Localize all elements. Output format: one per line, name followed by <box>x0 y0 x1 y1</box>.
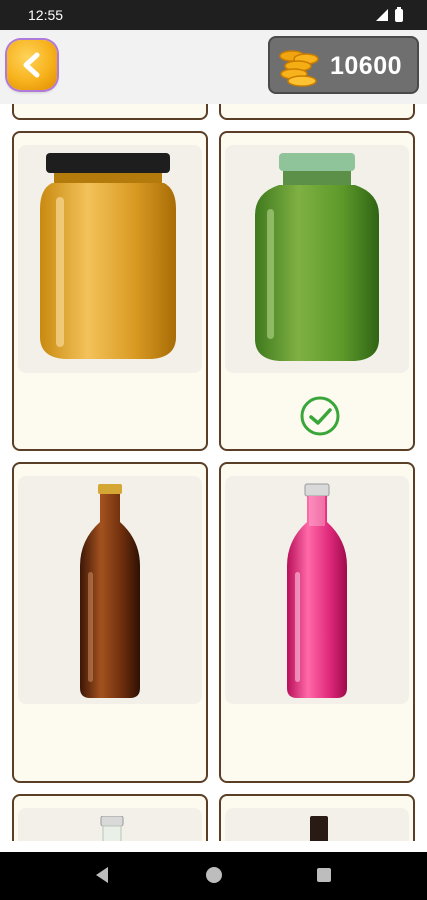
back-button[interactable] <box>7 40 57 90</box>
green-jar-icon <box>255 153 379 361</box>
coins-panel: 10600 <box>268 36 419 94</box>
navigation-bar <box>0 852 427 900</box>
battery-icon <box>395 6 403 22</box>
product-card-honey-jar[interactable] <box>12 131 208 451</box>
status-icons <box>375 6 403 22</box>
coin-stack-icon <box>279 50 319 87</box>
product-card-pink-bottle[interactable] <box>219 462 415 783</box>
pink-bottle-icon <box>287 483 347 698</box>
chevron-left-icon <box>23 52 40 78</box>
dark-bottle-icon <box>310 816 328 841</box>
signal-icon <box>376 9 388 21</box>
nav-gap <box>0 841 427 852</box>
golden-jar-icon <box>40 153 176 359</box>
home-circle-icon[interactable] <box>206 867 222 883</box>
clear-bottle-icon <box>100 816 124 841</box>
product-card-brown-bottle[interactable] <box>12 462 208 783</box>
header: 10600 <box>0 30 427 104</box>
recent-square-icon[interactable] <box>317 868 331 882</box>
status-bar: 12:55 <box>0 0 427 30</box>
product-card-dark-bottle[interactable] <box>219 794 415 841</box>
brown-bottle-icon <box>80 484 140 698</box>
product-grid[interactable] <box>0 104 427 841</box>
product-card-partial[interactable] <box>12 104 208 120</box>
status-time: 12:55 <box>28 7 64 23</box>
product-card-partial[interactable] <box>219 104 415 120</box>
coins-count: 10600 <box>330 52 403 80</box>
back-triangle-icon[interactable] <box>96 867 108 883</box>
product-card-clear-bottle[interactable] <box>12 794 208 841</box>
product-card-green-jar[interactable] <box>219 131 415 451</box>
check-circle-icon <box>300 396 340 436</box>
